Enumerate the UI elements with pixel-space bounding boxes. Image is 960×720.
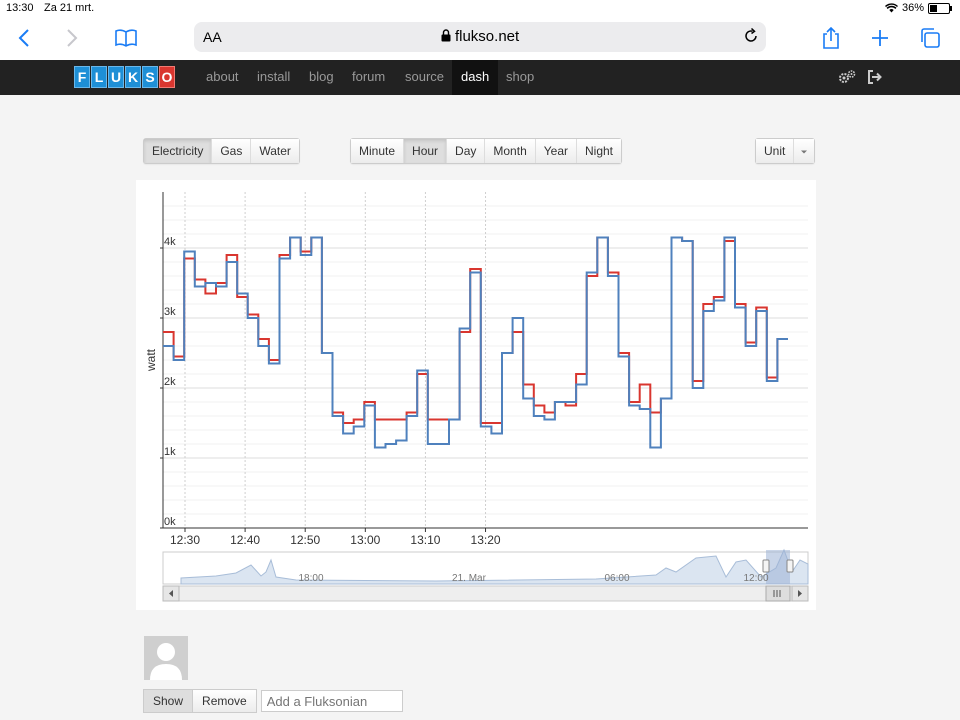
url-text: flukso.net: [454, 28, 520, 45]
tabs-button[interactable]: [916, 24, 944, 52]
status-time: 13:30: [6, 2, 34, 14]
scrollbar-thumb: [765, 585, 791, 602]
source-gas-button[interactable]: Gas: [211, 139, 251, 163]
unit-dropdown: Unit: [755, 138, 816, 164]
battery-icon: [928, 2, 952, 14]
navigator-label: 12:00: [743, 573, 768, 584]
settings-gears-icon[interactable]: [838, 70, 856, 84]
new-tab-button[interactable]: [866, 24, 894, 52]
site-navbar: F L U K S O about install blog forum sou…: [0, 60, 960, 95]
book-icon: [115, 29, 137, 47]
caret-down-icon: [801, 150, 808, 154]
interval-minute-button[interactable]: Minute: [351, 139, 404, 163]
chevron-right-icon: [67, 29, 78, 47]
status-right: 36%: [884, 2, 952, 14]
add-fluksonian-input[interactable]: [260, 690, 403, 712]
forward-button[interactable]: [58, 24, 86, 52]
navigator-selection: [766, 550, 790, 584]
lock-icon: [441, 29, 451, 42]
wifi-icon: [884, 3, 898, 13]
interval-hour-button[interactable]: Hour: [403, 139, 447, 163]
navigator-label: 21. Mar: [452, 573, 487, 584]
unit-button[interactable]: Unit: [756, 139, 794, 163]
nav-source[interactable]: source: [405, 69, 444, 84]
share-button[interactable]: [817, 24, 845, 52]
nav-blog[interactable]: blog: [309, 69, 334, 84]
reload-icon[interactable]: [742, 27, 760, 45]
x-tick-label: 12:40: [230, 533, 260, 547]
y-tick-label: 1k: [164, 446, 176, 458]
logo-letter: L: [91, 66, 107, 88]
navigator-handle-left: [762, 559, 770, 573]
interval-year-button[interactable]: Year: [534, 139, 576, 163]
share-icon: [823, 27, 839, 49]
y-tick-label: 4k: [164, 236, 176, 248]
source-water-button[interactable]: Water: [250, 139, 299, 163]
interval-night-button[interactable]: Night: [576, 139, 622, 163]
logo-letter: K: [125, 66, 141, 88]
logo-letter: F: [74, 66, 90, 88]
source-electricity-button[interactable]: Electricity: [144, 139, 212, 163]
nav-install[interactable]: install: [257, 69, 290, 84]
nav-about[interactable]: about: [206, 69, 239, 84]
chart-grid: [163, 192, 808, 528]
interval-selector: Minute Hour Day Month Year Night: [350, 138, 623, 164]
nav-shop[interactable]: shop: [506, 69, 534, 84]
logo-letter: O: [159, 66, 175, 88]
scrollbar-track: [162, 585, 809, 602]
y-axis-label: watt: [144, 348, 158, 372]
bookmarks-button[interactable]: [112, 24, 140, 52]
x-tick-label: 13:10: [410, 533, 440, 547]
chart-axes: 0k 1k 2k 3k 4k 12:30 12:40 12:50 13:00 13:10 13:20: [160, 192, 808, 547]
power-chart[interactable]: 0k 1k 2k 3k 4k 12:30 12:40 12:50 13:00 13:10 13:20…: [136, 180, 816, 610]
series-line-red: [163, 236, 788, 424]
unit-caret-button[interactable]: [793, 139, 815, 163]
interval-month-button[interactable]: Month: [484, 139, 535, 163]
plus-icon: [872, 30, 888, 46]
show-button[interactable]: Show: [143, 689, 194, 713]
url-display: flukso.net: [194, 28, 766, 45]
navigator-label: 06:00: [604, 573, 629, 584]
y-tick-label: 0k: [164, 516, 176, 528]
x-tick-label: 13:00: [350, 533, 380, 547]
address-bar[interactable]: AA flukso.net: [194, 22, 766, 52]
status-bar: 13:30 Za 21 mrt. 36%: [0, 0, 960, 18]
navigator-handle-right: [786, 559, 794, 573]
logo-letter: S: [142, 66, 158, 88]
tabs-icon: [921, 28, 940, 48]
status-date: Za 21 mrt.: [44, 2, 95, 14]
browser-toolbar: AA flukso.net: [0, 18, 960, 60]
interval-day-button[interactable]: Day: [446, 139, 485, 163]
y-tick-label: 3k: [164, 306, 176, 318]
x-tick-label: 13:20: [471, 533, 501, 547]
flukso-logo[interactable]: F L U K S O: [74, 66, 175, 88]
logout-icon[interactable]: [867, 70, 883, 84]
back-button[interactable]: [10, 24, 38, 52]
y-tick-label: 2k: [164, 376, 176, 388]
remove-button[interactable]: Remove: [193, 689, 257, 713]
logo-letter: U: [108, 66, 124, 88]
nav-dash[interactable]: dash: [461, 69, 489, 84]
nav-forum[interactable]: forum: [352, 69, 385, 84]
chart-panel: 0k 1k 2k 3k 4k 12:30 12:40 12:50 13:00 13:10 13:20…: [136, 180, 816, 610]
x-tick-label: 12:30: [170, 533, 200, 547]
navigator-label: 18:00: [298, 573, 323, 584]
chevron-left-icon: [18, 29, 29, 47]
battery-percent: 36%: [901, 2, 924, 14]
range-scrollbar[interactable]: [162, 585, 809, 602]
fluksonian-controls: Show Remove: [143, 689, 403, 713]
range-navigator[interactable]: 18:00 21. Mar 06:00 12:00: [162, 548, 809, 585]
x-tick-label: 12:50: [290, 533, 320, 547]
avatar: [144, 636, 188, 680]
user-silhouette-icon: [150, 643, 182, 680]
source-selector: Electricity Gas Water: [143, 138, 300, 164]
